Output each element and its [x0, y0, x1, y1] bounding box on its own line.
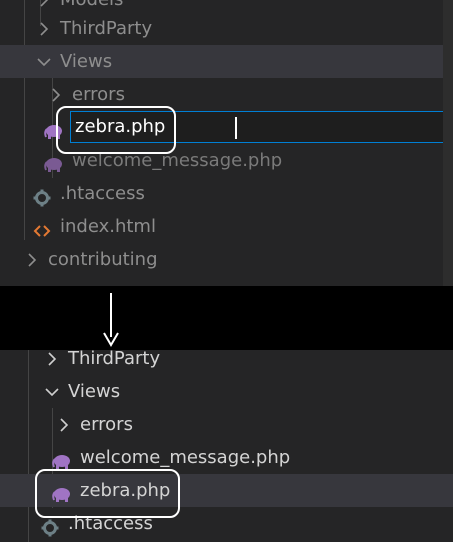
- tree-item-label: ThirdParty: [68, 350, 161, 369]
- tree-item-index-html[interactable]: index.html: [0, 210, 443, 243]
- tree-item-htaccess[interactable]: .htaccess: [0, 177, 443, 210]
- scrollbar[interactable]: [443, 0, 453, 286]
- down-arrow-icon: [102, 293, 120, 351]
- chevron-down-icon: [36, 45, 52, 78]
- chevron-right-icon: [24, 243, 40, 276]
- chevron-right-icon: [56, 408, 72, 441]
- tree-item-label: contributing: [48, 249, 158, 270]
- tree-item-views[interactable]: Views: [0, 45, 443, 78]
- html-brackets-icon: [33, 218, 51, 237]
- php-elephant-icon: [52, 449, 70, 469]
- tree-item-thirdparty[interactable]: ThirdParty: [0, 12, 443, 45]
- chevron-right-icon: [24, 276, 40, 286]
- tree-item-label: index.html: [60, 216, 156, 237]
- tree-item-label: Views: [60, 51, 113, 72]
- text-caret: [235, 117, 237, 139]
- tree-item-label: Views: [68, 381, 121, 402]
- chevron-down-icon: [44, 375, 60, 408]
- tree-item-views[interactable]: Views: [0, 375, 453, 408]
- chevron-right-icon: [36, 12, 52, 45]
- tree-item-errors[interactable]: errors: [0, 408, 453, 441]
- highlight-callout: [56, 106, 176, 154]
- tree-item-contributing[interactable]: contributing: [0, 243, 443, 276]
- tree-item-label: errors: [80, 414, 133, 435]
- gear-icon: [33, 185, 51, 207]
- highlight-callout: [35, 469, 180, 518]
- tree-item-partial[interactable]: [0, 276, 443, 286]
- tree-item-thirdparty[interactable]: ThirdParty: [0, 350, 453, 375]
- chevron-right-icon: [44, 350, 60, 375]
- php-elephant-icon: [44, 152, 62, 172]
- tree-item-label: ThirdParty: [60, 18, 153, 39]
- tree-item-label: .htaccess: [60, 183, 145, 204]
